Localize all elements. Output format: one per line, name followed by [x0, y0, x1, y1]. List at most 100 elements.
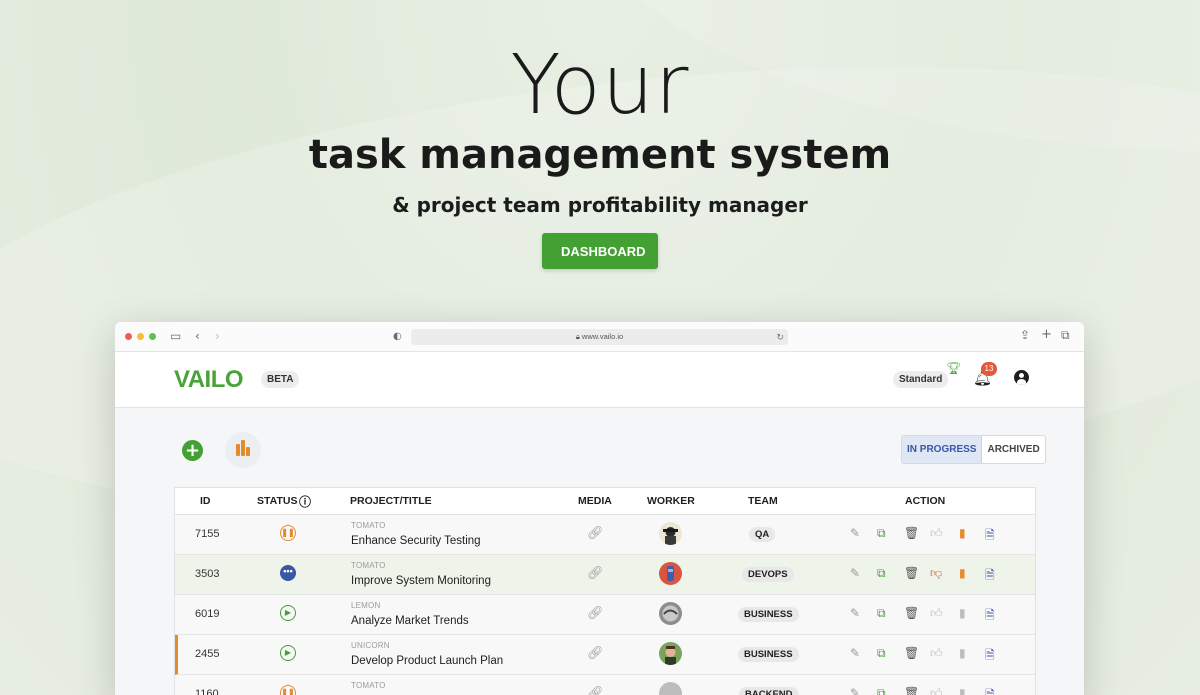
edit-icon[interactable]: ✎	[850, 526, 860, 540]
link-icon[interactable]: 🔗︎	[587, 645, 604, 661]
reload-icon[interactable]: ↻	[776, 329, 784, 345]
link-icon[interactable]: 🔗︎	[587, 685, 604, 695]
delete-icon[interactable]: 🗑︎	[904, 606, 919, 620]
bar-chart-icon	[246, 447, 250, 456]
hero-subtitle: & project team profitability manager	[392, 193, 808, 217]
back-icon[interactable]: ‹	[195, 329, 200, 343]
worker-avatar[interactable]	[659, 602, 682, 625]
task-title[interactable]: Develop Product Launch Plan	[351, 655, 503, 667]
more-status-icon[interactable]: •••	[280, 565, 296, 581]
link-icon[interactable]: 🔗︎	[587, 565, 604, 581]
address-bar[interactable]: 🔒︎ www.vailo.io ↻	[411, 329, 788, 345]
task-title[interactable]: Analyze Market Trends	[351, 615, 469, 627]
pause-status-icon[interactable]: ❚❚	[280, 685, 296, 695]
thumbs-icon[interactable]: 👍︎	[930, 526, 943, 541]
statistics-button[interactable]	[225, 432, 261, 468]
tabs-overview-icon[interactable]: ⧉	[1061, 328, 1070, 343]
copy-icon[interactable]: ⧉	[877, 606, 886, 621]
worker-avatar[interactable]	[659, 642, 682, 665]
link-icon[interactable]: 🔗︎	[587, 605, 604, 621]
share-icon[interactable]: ⇪	[1020, 328, 1030, 342]
copy-icon[interactable]: ⧉	[877, 566, 886, 581]
document-icon[interactable]: 🗎	[985, 526, 995, 547]
notification-count-badge: 13	[981, 362, 997, 376]
bar-chart-icon[interactable]: ▮	[959, 606, 966, 620]
thumbs-icon[interactable]: 👍︎	[930, 686, 943, 695]
table-row[interactable]: 1160 ❚❚ TOMATO 🔗︎ BACKEND ✎ ⧉ 🗑︎ 👍︎ ▮ 🗎	[175, 675, 1035, 695]
play-status-icon[interactable]: ▶	[280, 645, 296, 661]
thumbs-icon[interactable]: 👎︎	[930, 566, 942, 581]
forward-icon[interactable]: ›	[215, 329, 220, 343]
copy-icon[interactable]: ⧉	[877, 686, 886, 695]
archived-filter[interactable]: ARCHIVED	[982, 436, 1044, 463]
worker-avatar[interactable]	[659, 562, 682, 585]
table-row[interactable]: 7155 ❚❚ TOMATO Enhance Security Testing …	[175, 515, 1035, 555]
app-header: VAILO BETA Standard 🏆︎ 🔔︎ 13	[115, 352, 1084, 408]
in-progress-filter[interactable]: IN PROGRESS	[902, 436, 983, 463]
vailo-logo[interactable]: VAILO	[174, 366, 244, 394]
header-id[interactable]: ID	[200, 495, 211, 507]
edit-icon[interactable]: ✎	[850, 566, 860, 580]
user-account-icon[interactable]	[1014, 370, 1029, 385]
worker-avatar[interactable]	[659, 522, 682, 545]
header-status[interactable]: STATUS	[257, 495, 297, 507]
edit-icon[interactable]: ✎	[850, 686, 860, 695]
table-row[interactable]: 6019 ▶ LEMON Analyze Market Trends 🔗︎ BU…	[175, 595, 1035, 635]
bar-chart-icon[interactable]: ▮	[959, 526, 966, 540]
info-icon[interactable]: ⓘ	[299, 493, 311, 510]
bar-chart-icon[interactable]: ▮	[959, 686, 966, 695]
header-project-title[interactable]: PROJECT/TITLE	[350, 495, 432, 507]
delete-icon[interactable]: 🗑︎	[904, 526, 919, 540]
bar-chart-icon[interactable]: ▮	[959, 566, 966, 580]
browser-toolbar: ▭ ‹ › ◐ 🔒︎ www.vailo.io ↻ ⇪ + ⧉	[115, 322, 1084, 352]
maximize-window-button[interactable]	[149, 333, 156, 340]
edit-icon[interactable]: ✎	[850, 646, 860, 660]
document-icon[interactable]: 🗎	[985, 566, 995, 587]
link-icon[interactable]: 🔗︎	[587, 525, 604, 541]
thumbs-icon[interactable]: 👍︎	[930, 646, 943, 661]
delete-icon[interactable]: 🗑︎	[904, 686, 919, 695]
header-media: MEDIA	[578, 495, 612, 507]
plan-badge[interactable]: Standard	[893, 371, 949, 388]
task-id: 1160	[195, 688, 219, 695]
play-status-icon[interactable]: ▶	[280, 605, 296, 621]
delete-icon[interactable]: 🗑︎	[904, 566, 919, 580]
delete-icon[interactable]: 🗑︎	[904, 646, 919, 660]
task-id: 2455	[195, 648, 220, 660]
header-action: ACTION	[905, 495, 946, 507]
project-name: LEMON	[351, 601, 381, 610]
project-name: TOMATO	[351, 521, 386, 530]
bar-chart-icon[interactable]: ▮	[959, 646, 966, 660]
edit-icon[interactable]: ✎	[850, 606, 860, 620]
dashboard-button[interactable]: DASHBOARD	[542, 233, 658, 269]
task-title[interactable]: Improve System Monitoring	[351, 575, 491, 587]
minimize-window-button[interactable]	[137, 333, 144, 340]
task-title[interactable]: Enhance Security Testing	[351, 535, 481, 547]
worker-avatar[interactable]	[659, 682, 682, 695]
pause-status-icon[interactable]: ❚❚	[280, 525, 296, 541]
hero-section: Your task management system & project te…	[0, 38, 1200, 269]
add-task-button[interactable]: +	[182, 440, 203, 461]
bar-chart-icon	[236, 444, 240, 456]
team-badge: QA	[749, 527, 776, 542]
beta-badge: BETA	[261, 371, 300, 388]
new-tab-icon[interactable]: +	[1041, 327, 1052, 342]
tasks-table: ID STATUS ⓘ PROJECT/TITLE MEDIA WORKER T…	[174, 487, 1036, 695]
document-icon[interactable]: 🗎	[985, 606, 995, 627]
table-row[interactable]: 3503 ••• TOMATO Improve System Monitorin…	[175, 555, 1035, 595]
copy-icon[interactable]: ⧉	[877, 526, 886, 541]
document-icon[interactable]: 🗎	[985, 686, 995, 695]
team-badge: BACKEND	[739, 687, 799, 695]
document-icon[interactable]: 🗎	[985, 646, 995, 667]
thumbs-icon[interactable]: 👍︎	[930, 606, 943, 621]
url-text: www.vailo.io	[581, 332, 624, 341]
header-worker[interactable]: WORKER	[647, 495, 695, 507]
sidebar-toggle-icon[interactable]: ▭	[170, 329, 181, 343]
project-name: TOMATO	[351, 681, 386, 690]
close-window-button[interactable]	[125, 333, 132, 340]
privacy-shield-icon[interactable]: ◐	[393, 331, 402, 342]
copy-icon[interactable]: ⧉	[877, 646, 886, 661]
table-row[interactable]: 2455 ▶ UNICORN Develop Product Launch Pl…	[175, 635, 1035, 675]
team-badge: DEVOPS	[742, 567, 794, 582]
header-team[interactable]: TEAM	[748, 495, 778, 507]
